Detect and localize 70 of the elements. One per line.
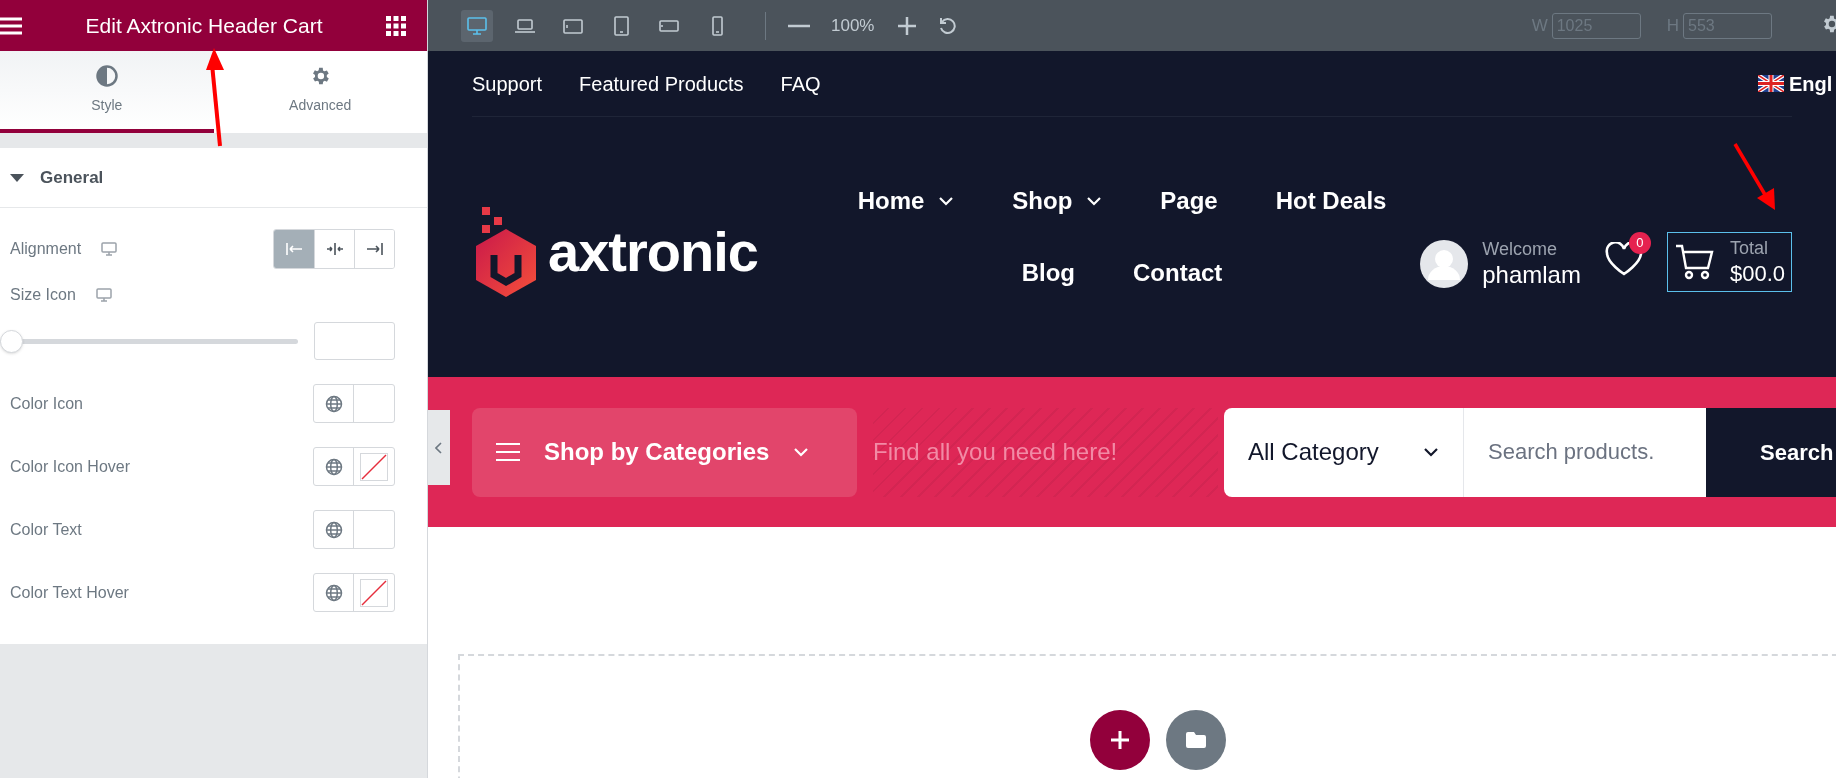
panel-title: Edit Axtronic Header Cart xyxy=(85,12,323,39)
nav-link[interactable]: Blog xyxy=(1021,255,1076,291)
contrast-icon xyxy=(95,64,118,87)
chevron-down-icon xyxy=(793,447,810,457)
color-picker-control[interactable] xyxy=(313,447,395,486)
slider-thumb[interactable] xyxy=(0,329,23,353)
desktop-device-button[interactable] xyxy=(461,9,493,42)
control-label: Color Icon xyxy=(10,393,83,414)
zoom-level: 100% xyxy=(831,14,875,37)
plus-icon xyxy=(1111,731,1129,749)
color-picker-control[interactable] xyxy=(313,510,395,549)
size-slider[interactable] xyxy=(0,329,298,353)
avatar-icon[interactable] xyxy=(1420,240,1469,288)
menu-icon[interactable] xyxy=(0,16,22,35)
apps-grid-icon[interactable] xyxy=(386,15,406,36)
search-button[interactable]: Search xyxy=(1706,407,1836,497)
control-label: Size Icon xyxy=(10,285,76,305)
zoom-out-icon[interactable] xyxy=(788,23,810,28)
folder-icon xyxy=(1185,731,1207,749)
nav-link[interactable]: Hot Deals xyxy=(1275,183,1387,219)
no-color-swatch-icon[interactable] xyxy=(360,452,388,481)
no-color-swatch-icon[interactable] xyxy=(360,578,388,607)
nav-link[interactable]: Shop xyxy=(1012,183,1103,219)
category-dropdown[interactable]: All Category xyxy=(1224,407,1464,497)
globe-icon xyxy=(324,520,343,539)
align-left-icon xyxy=(285,240,303,258)
panel-tab[interactable]: Style xyxy=(0,51,214,133)
section-title[interactable]: General xyxy=(40,164,104,191)
search-input-field[interactable]: Search products. xyxy=(1464,407,1706,497)
cart-total: $00.0 xyxy=(1729,259,1785,287)
control-label: Alignment xyxy=(10,239,82,259)
nav-link[interactable]: Home xyxy=(857,183,955,219)
alignment-control[interactable] xyxy=(273,229,395,269)
username-link[interactable]: phamlam xyxy=(1482,260,1581,291)
menu-icon xyxy=(496,443,520,461)
top-link[interactable]: FAQ xyxy=(780,68,821,99)
control-label: Color Text xyxy=(10,519,82,540)
chevron-down-icon xyxy=(1423,447,1439,457)
cart-label: Total xyxy=(1729,237,1769,260)
color-picker-control[interactable] xyxy=(313,384,395,423)
add-section-button[interactable] xyxy=(1090,710,1150,770)
caret-down-icon[interactable] xyxy=(10,173,24,182)
align-right-icon xyxy=(365,240,384,258)
globe-icon xyxy=(324,394,343,413)
globe-icon xyxy=(324,457,343,476)
zoom-in-icon[interactable] xyxy=(898,16,917,35)
chevron-left-icon xyxy=(435,441,443,454)
desktop-icon xyxy=(466,14,488,37)
size-input-field[interactable] xyxy=(314,322,395,360)
globe-icon xyxy=(324,583,343,602)
color-picker-control[interactable] xyxy=(313,573,395,612)
align-center-icon xyxy=(325,240,344,258)
top-link[interactable]: Support xyxy=(472,68,543,99)
reset-icon[interactable] xyxy=(938,16,957,35)
add-template-button[interactable] xyxy=(1166,710,1226,770)
top-link[interactable]: Featured Products xyxy=(579,68,744,99)
cart-widget[interactable]: Total $00.0 xyxy=(1666,232,1792,292)
cart-icon xyxy=(1673,242,1714,282)
language-selector[interactable]: Engl xyxy=(1789,68,1833,99)
promo-text: Find all you need here! xyxy=(873,407,1218,497)
welcome-text: Welcome xyxy=(1482,237,1558,261)
categories-button[interactable]: Shop by Categories xyxy=(472,407,857,497)
wishlist-count-badge: 0 xyxy=(1628,231,1651,254)
nav-link[interactable]: Contact xyxy=(1133,255,1223,291)
nav-link[interactable]: Page xyxy=(1160,183,1218,219)
align-right-button[interactable] xyxy=(354,230,394,268)
logo-text[interactable]: axtronic xyxy=(548,224,758,280)
control-label: Color Text Hover xyxy=(10,582,129,603)
flag-icon xyxy=(1758,75,1784,92)
control-label: Color Icon Hover xyxy=(10,456,131,477)
